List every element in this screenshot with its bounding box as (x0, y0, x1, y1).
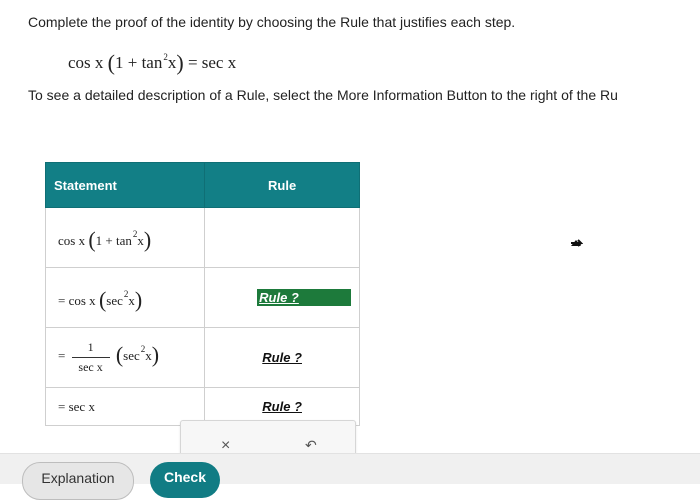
instruction-text: Complete the proof of the identity by ch… (28, 14, 516, 30)
rule-info-text: To see a detailed description of a Rule,… (28, 87, 618, 103)
identity-cos: cos x (68, 53, 104, 72)
rule-header: Rule (204, 162, 360, 208)
statement-cell: = 1 sec x (sec2x) (44, 327, 206, 388)
statement-expression: = 1 sec x (sec2x) (58, 340, 160, 374)
statement-header: Statement (44, 162, 206, 208)
close-paren: ) (176, 50, 184, 75)
identity-rhs: = sec x (187, 53, 237, 72)
open-paren: ( (107, 50, 115, 75)
explanation-button[interactable]: Explanation (22, 462, 134, 500)
undo-icon[interactable]: ↶ (305, 437, 317, 454)
table-row: cos x (1 + tan2x) (44, 207, 360, 268)
statement-cell: = cos x (sec2x) (44, 267, 206, 328)
statement-expression: = cos x (sec2x) (58, 286, 143, 312)
identity-expression: cos x (1 + tan2x) = sec x (68, 48, 237, 75)
fraction: 1 sec x (71, 340, 110, 375)
table-row: = 1 sec x (sec2x) Rule ? (44, 327, 360, 388)
rule-select-button[interactable]: Rule ? (257, 289, 352, 306)
statement-expression: = sec x (58, 398, 95, 414)
table-row: = cos x (sec2x) Rule ? (44, 267, 360, 328)
rule-cell: Rule ? (204, 327, 360, 388)
check-button[interactable]: Check (150, 462, 220, 498)
rule-select-button[interactable]: Rule ? (262, 350, 302, 365)
statement-expression: cos x (1 + tan2x) (58, 226, 152, 252)
rule-cell: Rule ? (204, 267, 360, 328)
proof-table: Statement Rule cos x (1 + tan2x) = cos x… (44, 162, 360, 426)
rule-select-button[interactable]: Rule ? (262, 399, 302, 414)
identity-inner: 1 + tan (115, 53, 163, 72)
mouse-pointer-icon (571, 239, 583, 247)
rule-cell (204, 207, 360, 268)
table-header-row: Statement Rule (44, 162, 360, 208)
statement-cell: cos x (1 + tan2x) (44, 207, 206, 268)
